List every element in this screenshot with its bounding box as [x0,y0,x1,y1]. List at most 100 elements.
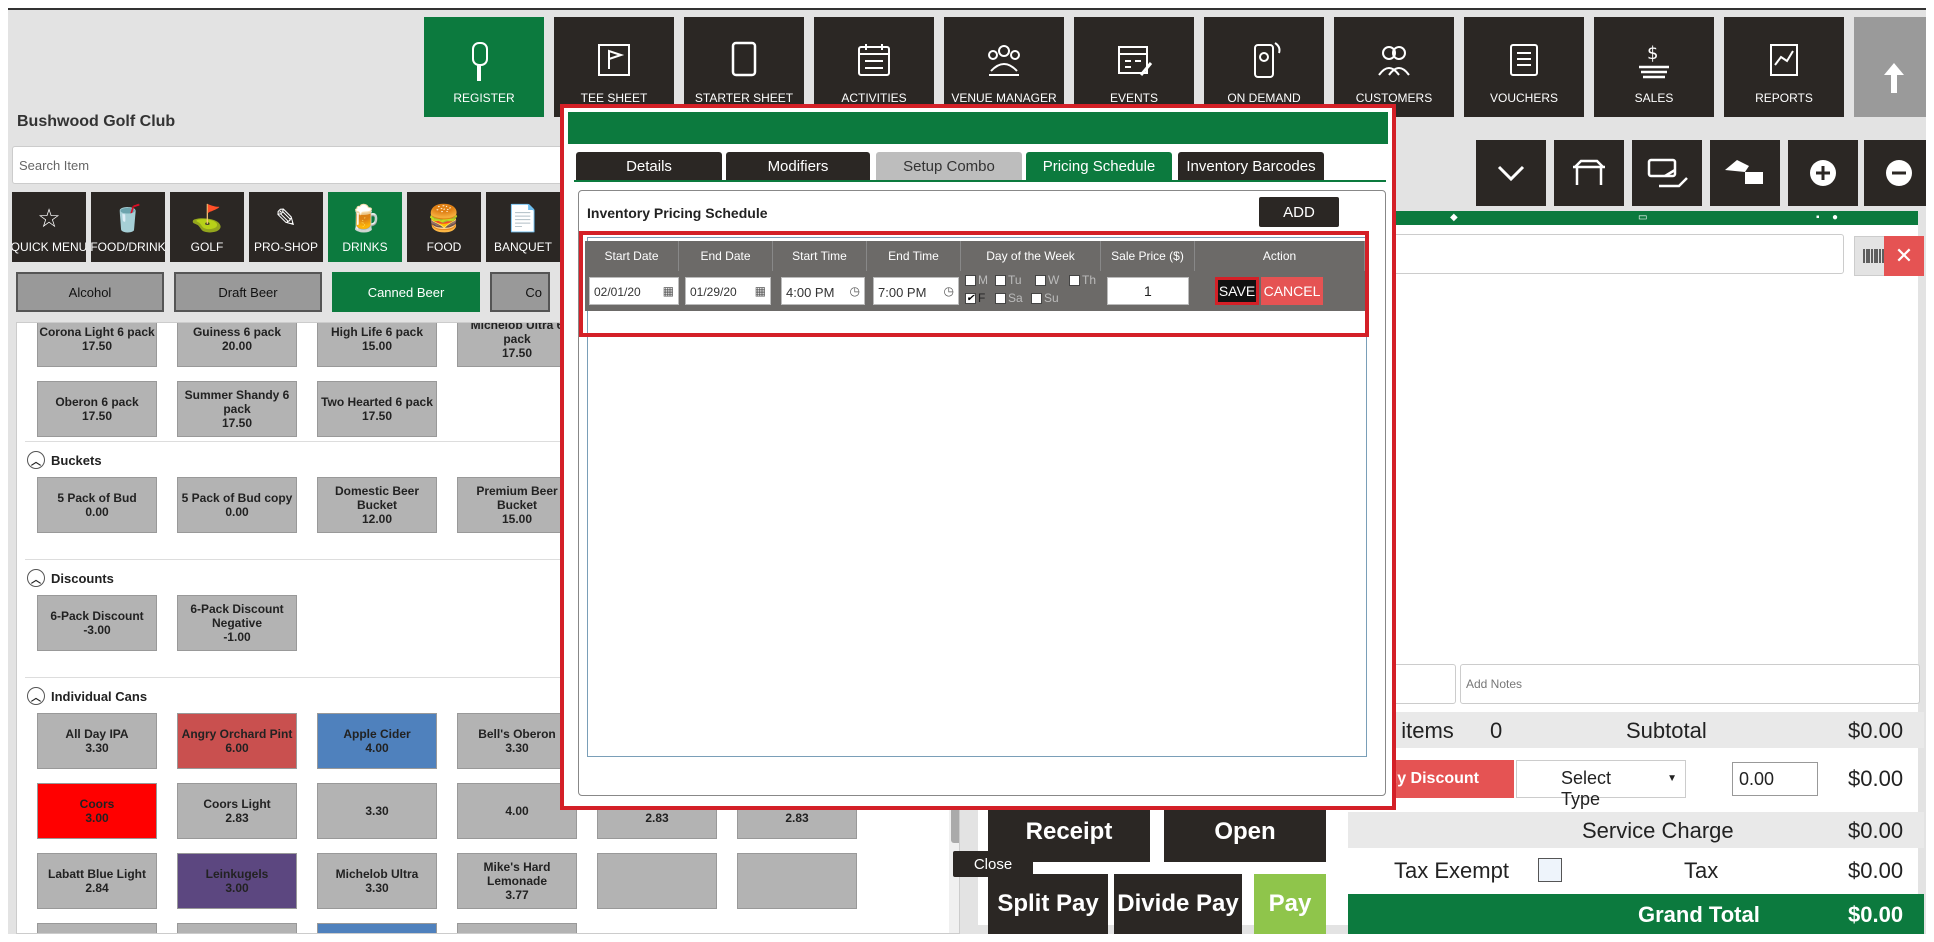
item-tile[interactable] [457,923,577,933]
item-edit-modal: Details Modifiers Setup Combo Pricing Sched… [560,104,1396,877]
split-pay-button[interactable]: Split Pay [988,874,1108,934]
item-price: 17.50 [221,416,253,430]
category-drinks-button[interactable]: 🍺 DRINKS [328,192,402,262]
dropdown-button[interactable] [1476,140,1546,206]
tab-modifiers[interactable]: Modifiers [726,152,870,180]
add-schedule-button[interactable]: ADD [1259,197,1339,227]
scroll-up-button[interactable] [1854,17,1926,117]
tab-pricing-schedule[interactable]: Pricing Schedule [1026,152,1172,180]
section-header-buckets[interactable]: ︿ Buckets [27,451,102,469]
item-tile[interactable]: Coors 3.00 [37,783,157,839]
item-tile[interactable] [317,923,437,933]
chevron-up-icon[interactable]: ︿ [27,687,45,705]
item-tile[interactable]: Labatt Blue Light 2.84 [37,853,157,909]
item-tile[interactable]: All Day IPA 3.30 [37,713,157,769]
item-name: Labatt Blue Light [48,867,146,881]
category-banquet-button[interactable]: 📄 BANQUET [486,192,560,262]
tab-details[interactable]: Details [576,152,722,180]
item-tile[interactable]: Premium Beer Bucket 15.00 [457,477,577,533]
nav-reports-button[interactable]: REPORTS [1724,17,1844,117]
section-header-discounts[interactable]: ︿ Discounts [27,569,114,587]
item-name: 5 Pack of Bud [57,491,137,505]
nav-vouchers-button[interactable]: VOUCHERS [1464,17,1584,117]
item-name: Guiness 6 pack [192,325,282,339]
item-price: 17.50 [81,339,113,353]
subtab-alcohol[interactable]: Alcohol [16,272,164,312]
nav-events-button[interactable]: EVENTS [1074,17,1194,117]
divide-pay-button[interactable]: Divide Pay [1114,874,1242,934]
row-highlight-annotation [579,231,1369,337]
item-tile[interactable]: 6-Pack Discount Negative -1.00 [177,595,297,651]
item-tile[interactable]: Leinkugels 3.00 [177,853,297,909]
discount-type-select[interactable]: Select Type ▼ [1516,760,1686,809]
modal-header [568,112,1388,144]
item-tile[interactable]: O Douls Non [177,923,297,933]
item-price: 15.00 [361,339,393,353]
item-name: Corona Light 6 pack [39,325,155,339]
add-notes-field[interactable]: Add Notes [1460,664,1920,704]
item-tile[interactable]: Corona Light 6 pack 17.50 [37,323,157,367]
calendar-icon [858,44,890,76]
item-tile[interactable]: Bell's Oberon 3.30 [457,713,577,769]
item-tile[interactable]: Mike's Hard Lemonade 3.77 [457,853,577,909]
category-food-button[interactable]: 🍔 FOOD [407,192,481,262]
tab-setup-combo[interactable]: Setup Combo [876,152,1022,180]
pro-shop-icon: ✎ [275,204,297,234]
category-pro-shop-button[interactable]: ✎ PRO-SHOP [249,192,323,262]
tax-exempt-checkbox[interactable] [1538,858,1562,882]
burger-icon: 🍔 [427,204,461,234]
nav-activities-button[interactable]: ACTIVITIES [814,17,934,117]
item-tile[interactable]: Michelob Ultra 6 pack 17.50 [457,323,577,367]
subtab-co[interactable]: Co [490,272,550,312]
table-button[interactable] [1554,140,1624,206]
item-tile[interactable]: Domestic Beer Bucket 12.00 [317,477,437,533]
chevron-up-icon[interactable]: ︿ [27,569,45,587]
item-tile[interactable]: Oberon 6 pack 17.50 [37,381,157,437]
category-golf-button[interactable]: ⛳ GOLF [170,192,244,262]
item-tile[interactable]: Summer Shandy 6 pack 17.50 [177,381,297,437]
nav-tee-sheet-button[interactable]: TEE SHEET [554,17,674,117]
clear-customer-button[interactable]: ✕ [1884,236,1924,276]
remove-button[interactable] [1864,140,1926,206]
item-tile[interactable]: Two Hearted 6 pack 17.50 [317,381,437,437]
pay-button[interactable]: Pay [1254,874,1326,934]
nav-on-demand-button[interactable]: ON DEMAND [1204,17,1324,117]
item-tile[interactable]: Apple Cider 4.00 [317,713,437,769]
item-tile[interactable]: Coors Light 2.83 [177,783,297,839]
item-tile[interactable] [597,853,717,909]
category-food-drink-button[interactable]: 🥤 FOOD/DRINK [91,192,165,262]
item-tile[interactable]: 5 Pack of Bud 0.00 [37,477,157,533]
subtab-canned-beer[interactable]: Canned Beer [332,272,480,312]
svg-text:$: $ [1647,43,1658,64]
item-tile[interactable]: Guiness 6 pack 20.00 [177,323,297,367]
nav-venue-manager-button[interactable]: VENUE MANAGER [944,17,1064,117]
customers-icon [1378,46,1410,76]
item-tile[interactable]: Angry Orchard Pint 6.00 [177,713,297,769]
card-hand-button[interactable] [1632,140,1702,206]
item-tile[interactable]: 3.30 [317,783,437,839]
discount-value-input[interactable]: 0.00 [1732,762,1818,796]
item-tile[interactable] [37,923,157,933]
item-tile[interactable]: High Life 6 pack 15.00 [317,323,437,367]
item-tile[interactable] [737,853,857,909]
subtab-draft-beer[interactable]: Draft Beer [174,272,322,312]
add-button[interactable] [1788,140,1858,206]
section-header-individual-cans[interactable]: ︿ Individual Cans [27,687,147,705]
item-tile[interactable]: 6-Pack Discount -3.00 [37,595,157,651]
item-tile[interactable]: 5 Pack of Bud copy 0.00 [177,477,297,533]
nav-register-button[interactable]: REGISTER [424,17,544,117]
item-tile[interactable]: Michelob Ultra 3.30 [317,853,437,909]
payment-hand-button[interactable] [1710,140,1780,206]
open-button[interactable]: Open [1164,802,1326,862]
chevron-up-icon[interactable]: ︿ [27,451,45,469]
search-input[interactable]: Search Item [12,146,572,184]
close-button[interactable]: Close [953,851,1033,877]
minus-circle-icon [1886,160,1912,186]
tab-inventory-barcodes[interactable]: Inventory Barcodes [1178,152,1324,180]
close-icon: ✕ [1894,243,1914,268]
item-tile[interactable]: 4.00 [457,783,577,839]
nav-sales-button[interactable]: $ SALES [1594,17,1714,117]
nav-customers-button[interactable]: CUSTOMERS [1334,17,1454,117]
category-quick-menu-button[interactable]: ☆ QUICK MENU [12,192,86,262]
nav-starter-sheet-button[interactable]: STARTER SHEET [684,17,804,117]
